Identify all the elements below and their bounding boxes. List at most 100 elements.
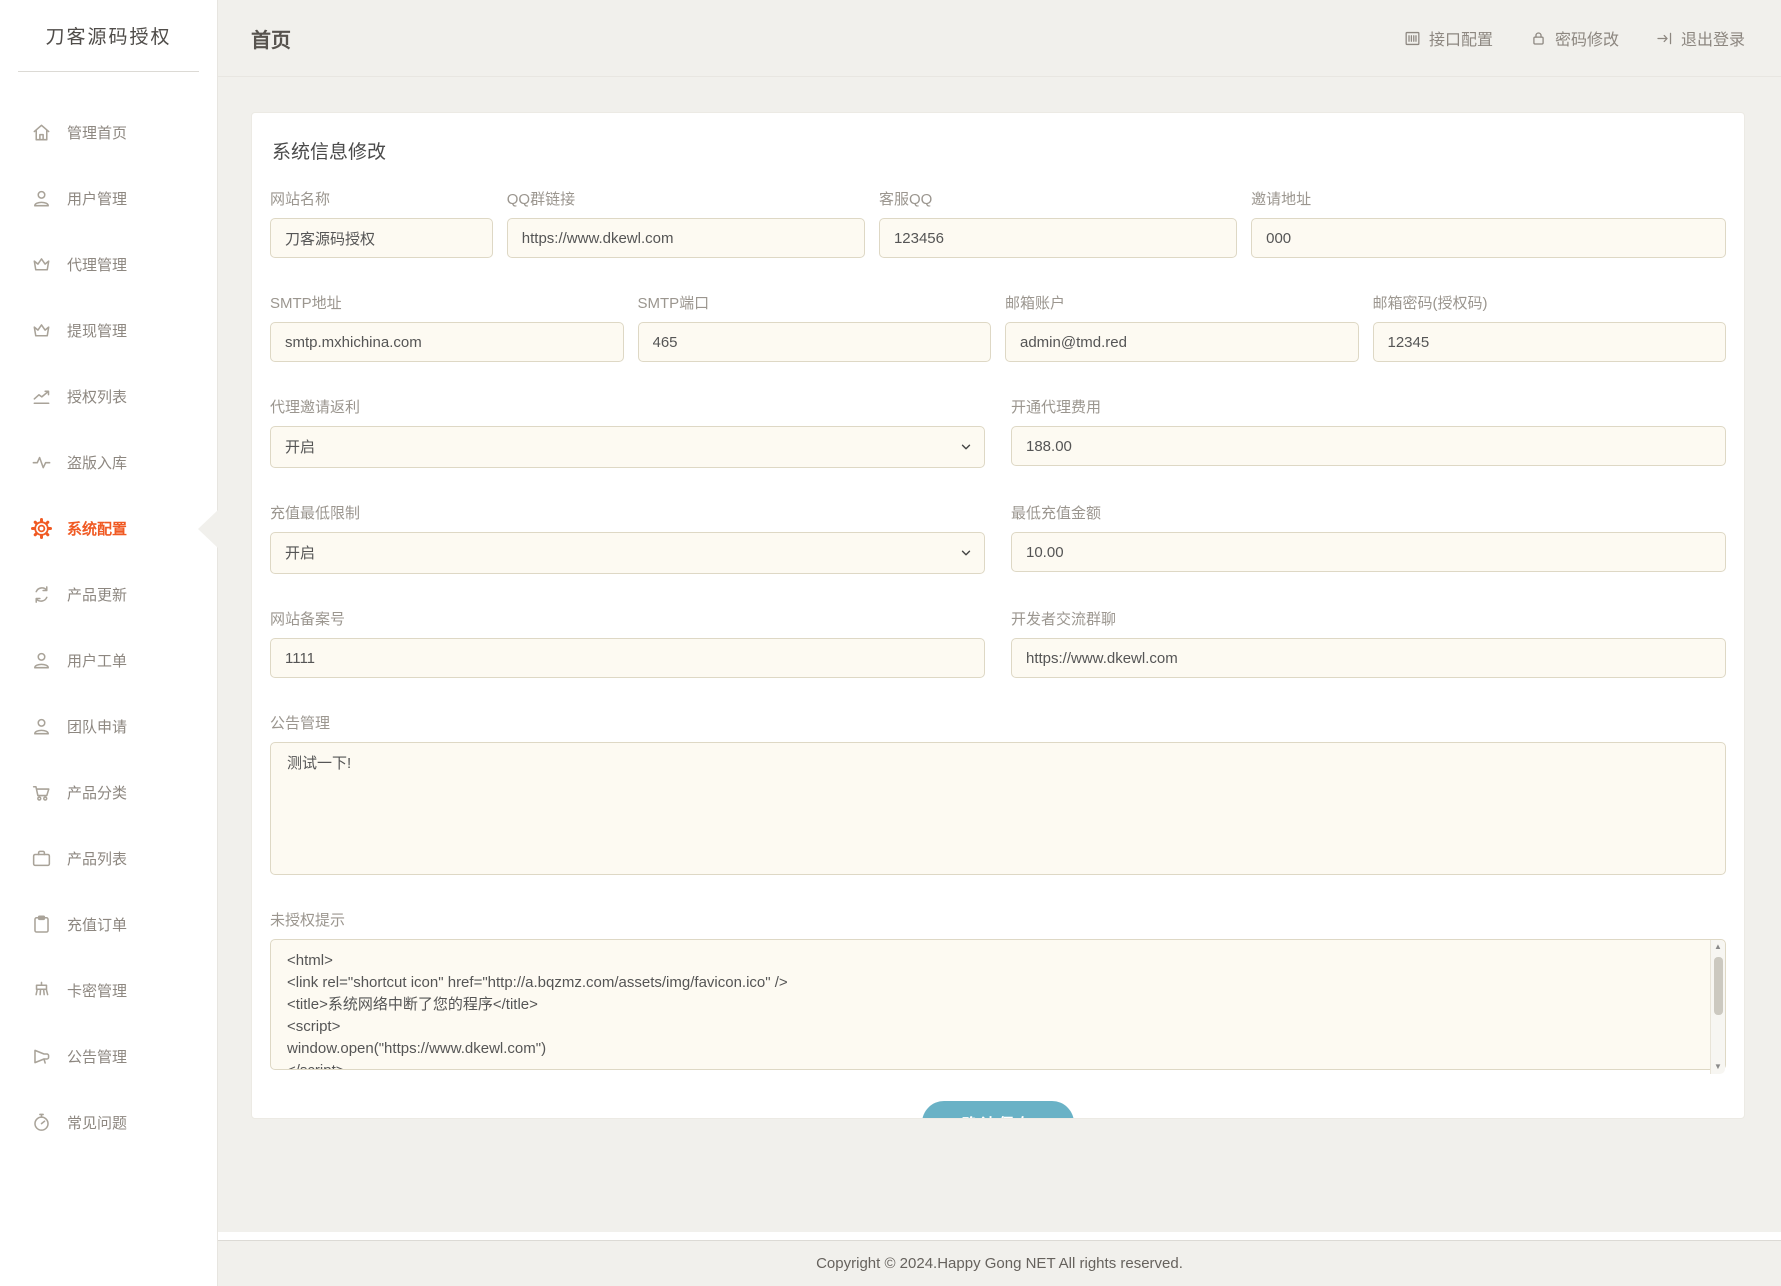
site-name-label: 网站名称 (270, 188, 493, 209)
developer-group-label: 开发者交流群聊 (1011, 608, 1726, 629)
sidebar-item-user-management[interactable]: 用户管理 (0, 165, 217, 231)
textarea-scrollbar[interactable]: ▲ ▼ (1710, 940, 1725, 1074)
agent-open-fee-label: 开通代理费用 (1011, 396, 1726, 417)
sidebar-item-label: 充值订单 (67, 914, 127, 935)
announcement-label: 公告管理 (270, 712, 1726, 733)
icp-number-input[interactable] (270, 638, 985, 678)
field-email-account: 邮箱账户 (1005, 292, 1359, 362)
smtp-port-label: SMTP端口 (638, 292, 992, 313)
change-password-button[interactable]: 密码修改 (1529, 26, 1619, 50)
smtp-address-input[interactable] (270, 322, 624, 362)
crown-icon (30, 253, 53, 276)
brush-icon (30, 979, 53, 1002)
sidebar-item-product-update[interactable]: 产品更新 (0, 561, 217, 627)
sidebar-item-withdraw-management[interactable]: 提现管理 (0, 297, 217, 363)
copyright-text: Copyright © 2024.Happy Gong NET All righ… (816, 1255, 1183, 1272)
scrollbar-thumb[interactable] (1714, 957, 1723, 1015)
unauthorized-tip-textarea[interactable]: <html> <link rel="shortcut icon" href="h… (270, 939, 1726, 1070)
sidebar-item-user-tickets[interactable]: 用户工单 (0, 627, 217, 693)
form-row-unauthorized: 未授权提示 <html> <link rel="shortcut icon" h… (270, 909, 1726, 1075)
invite-address-input[interactable] (1251, 218, 1726, 258)
logout-button[interactable]: 退出登录 (1655, 26, 1745, 50)
sidebar-item-piracy-intake[interactable]: 盗版入库 (0, 429, 217, 495)
recharge-min-limit-select[interactable]: 开启 (270, 532, 985, 574)
active-item-notch (198, 510, 218, 548)
sidebar-item-recharge-orders[interactable]: 充值订单 (0, 891, 217, 957)
footer: Copyright © 2024.Happy Gong NET All righ… (218, 1240, 1781, 1286)
sidebar-item-card-key-management[interactable]: 卡密管理 (0, 957, 217, 1023)
sidebar-item-system-config[interactable]: 系统配置 (0, 495, 217, 561)
scroll-up-arrow[interactable]: ▲ (1714, 940, 1722, 954)
clipboard-icon (30, 913, 53, 936)
agent-invite-rebate-select[interactable]: 开启 (270, 426, 985, 468)
sidebar-item-faq[interactable]: 常见问题 (0, 1089, 217, 1155)
lock-icon (1529, 29, 1548, 48)
email-account-input[interactable] (1005, 322, 1359, 362)
footer-gap (218, 1232, 1781, 1240)
smtp-address-label: SMTP地址 (270, 292, 624, 313)
sidebar-item-label: 卡密管理 (67, 980, 127, 1001)
topbar-actions: 接口配置 密码修改 退出登录 (1403, 26, 1745, 50)
sidebar-item-agent-management[interactable]: 代理管理 (0, 231, 217, 297)
sidebar-item-license-list[interactable]: 授权列表 (0, 363, 217, 429)
qq-group-link-input[interactable] (507, 218, 865, 258)
email-password-label: 邮箱密码(授权码) (1373, 292, 1727, 313)
sidebar-item-label: 盗版入库 (67, 452, 127, 473)
sidebar-item-product-category[interactable]: 产品分类 (0, 759, 217, 825)
service-qq-input[interactable] (879, 218, 1237, 258)
smtp-port-input[interactable] (638, 322, 992, 362)
page-title: 首页 (251, 24, 291, 53)
field-site-name: 网站名称 (270, 188, 493, 258)
field-service-qq: 客服QQ (879, 188, 1237, 258)
announcement-textarea[interactable]: 测试一下! (270, 742, 1726, 875)
min-recharge-amount-label: 最低充值金额 (1011, 502, 1726, 523)
crown-icon (30, 319, 53, 342)
user-icon (30, 187, 53, 210)
field-invite-address: 邀请地址 (1251, 188, 1726, 258)
sidebar-item-label: 产品列表 (67, 848, 127, 869)
system-info-card: 系统信息修改 网站名称 QQ群链接 客服QQ 邀请地址 (251, 112, 1745, 1119)
developer-group-input[interactable] (1011, 638, 1726, 678)
email-account-label: 邮箱账户 (1005, 292, 1359, 313)
field-smtp-address: SMTP地址 (270, 292, 624, 362)
sidebar-item-label: 系统配置 (67, 518, 127, 539)
site-name-input[interactable] (270, 218, 493, 258)
min-recharge-amount-input[interactable] (1011, 532, 1726, 572)
cart-icon (30, 781, 53, 804)
briefcase-icon (30, 847, 53, 870)
main-area: 首页 接口配置 密码修改 退出登录 系统信息修改 网站名称 (218, 0, 1781, 1286)
sidebar-item-label: 提现管理 (67, 320, 127, 341)
interface-config-button[interactable]: 接口配置 (1403, 26, 1493, 50)
field-email-password: 邮箱密码(授权码) (1373, 292, 1727, 362)
field-smtp-port: SMTP端口 (638, 292, 992, 362)
agent-open-fee-input[interactable] (1011, 426, 1726, 466)
field-agent-open-fee: 开通代理费用 (1011, 396, 1726, 468)
refresh-icon (30, 583, 53, 606)
activity-icon (30, 451, 53, 474)
form-row-1: 网站名称 QQ群链接 客服QQ 邀请地址 (270, 188, 1726, 258)
change-password-label: 密码修改 (1555, 26, 1619, 50)
scroll-down-arrow[interactable]: ▼ (1714, 1060, 1722, 1074)
stopwatch-icon (30, 1111, 53, 1134)
save-button[interactable]: 确认保存 (922, 1101, 1074, 1119)
field-min-recharge-amount: 最低充值金额 (1011, 502, 1726, 574)
sidebar-item-label: 团队申请 (67, 716, 127, 737)
sidebar-item-admin-home[interactable]: 管理首页 (0, 99, 217, 165)
content-area: 系统信息修改 网站名称 QQ群链接 客服QQ 邀请地址 (218, 77, 1781, 1232)
field-announcement: 公告管理 测试一下! (270, 712, 1726, 875)
email-password-input[interactable] (1373, 322, 1727, 362)
form-row-5: 网站备案号 开发者交流群聊 (270, 608, 1726, 678)
trend-chart-icon (30, 385, 53, 408)
sidebar-item-label: 常见问题 (67, 1112, 127, 1133)
home-icon (30, 121, 53, 144)
service-qq-label: 客服QQ (879, 188, 1237, 209)
sidebar-item-product-list[interactable]: 产品列表 (0, 825, 217, 891)
agent-invite-rebate-label: 代理邀请返利 (270, 396, 985, 417)
unauthorized-tip-label: 未授权提示 (270, 909, 1726, 930)
sidebar-item-label: 管理首页 (67, 122, 127, 143)
sidebar-item-label: 产品分类 (67, 782, 127, 803)
sidebar-item-team-application[interactable]: 团队申请 (0, 693, 217, 759)
sidebar-item-announcement-management[interactable]: 公告管理 (0, 1023, 217, 1089)
icp-number-label: 网站备案号 (270, 608, 985, 629)
field-recharge-min-limit: 充值最低限制 开启 (270, 502, 985, 574)
